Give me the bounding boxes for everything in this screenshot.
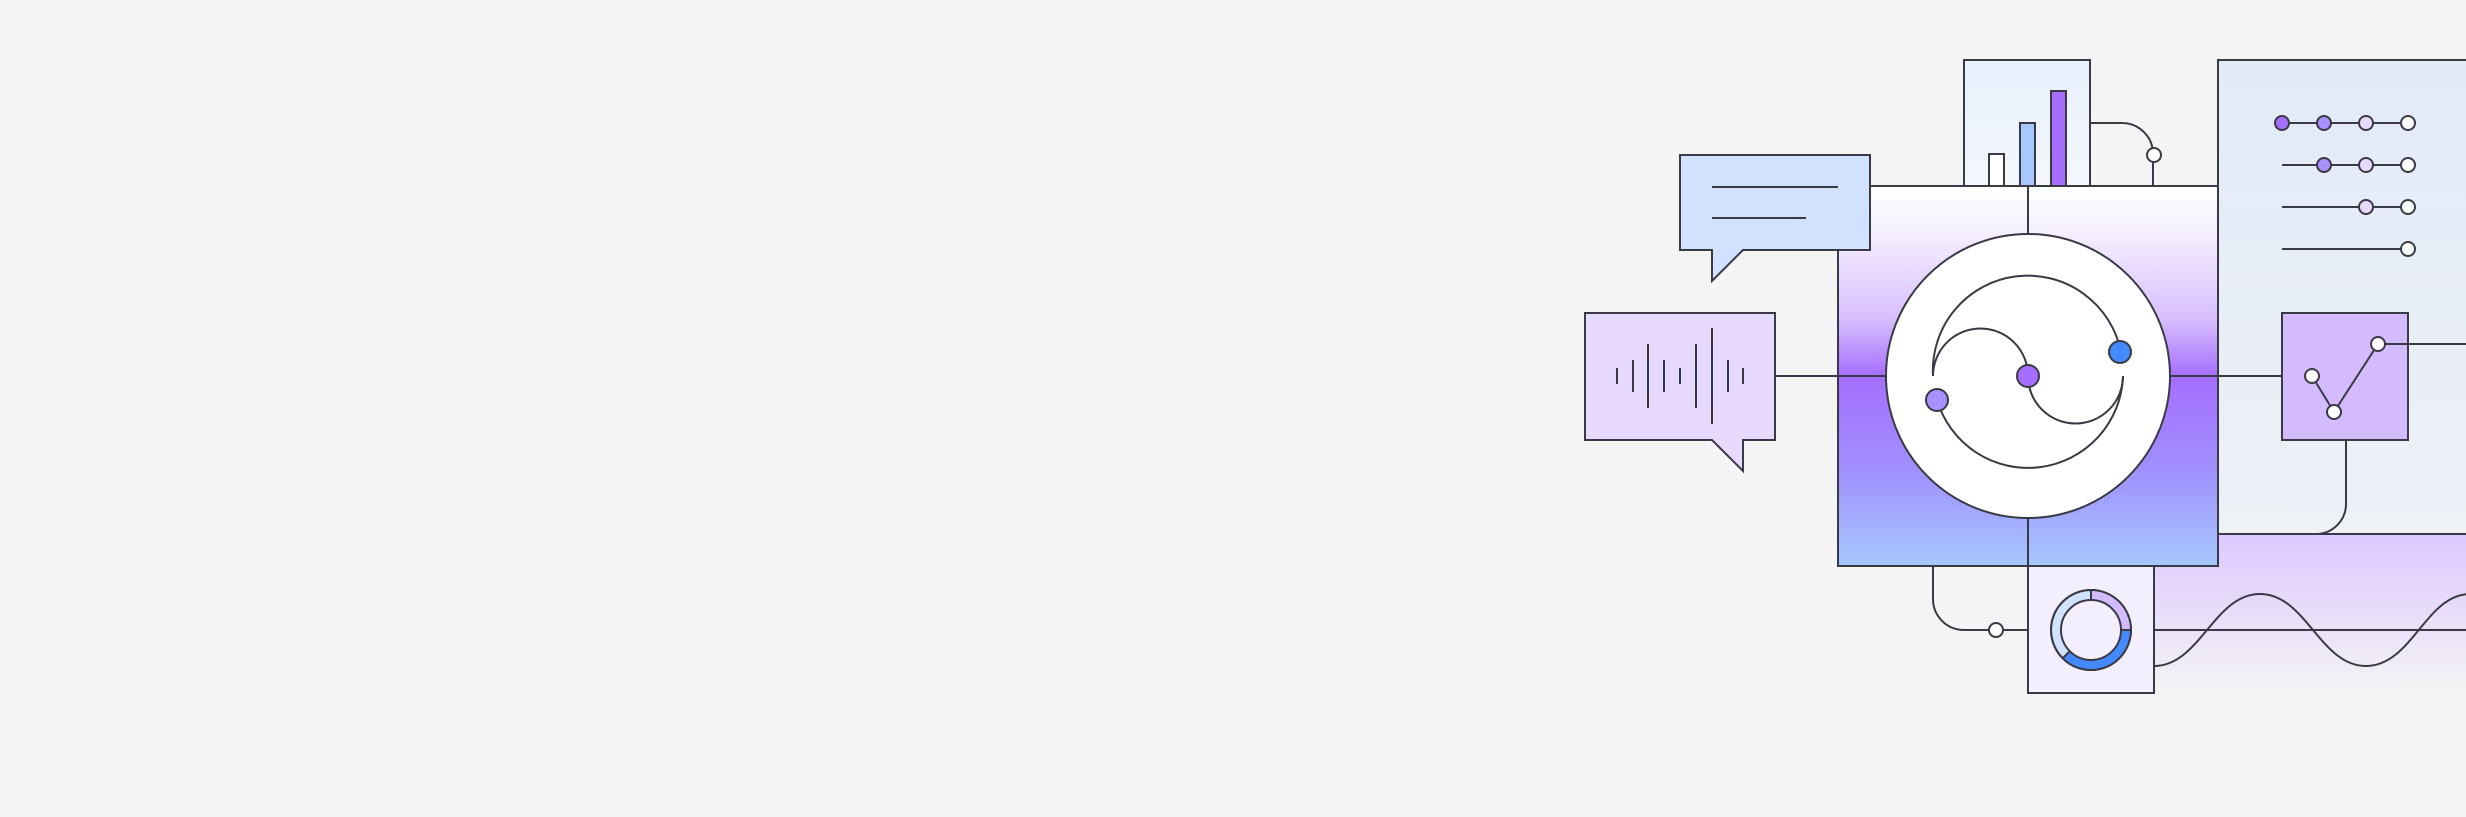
bar-large [2050,90,2067,187]
sync-node-right [2108,340,2132,364]
connector-node [1988,622,2004,638]
bar-small [1988,153,2005,187]
connector-node [2146,147,2162,163]
sync-node-center [2016,364,2040,388]
bar-chart-icon [1963,59,2091,187]
right-panel [2217,59,2466,535]
hero-banner [0,0,2466,812]
ai-illustration [1584,59,2466,694]
sync-cycle-icon [1885,233,2171,519]
donut-chart-icon [2027,565,2155,694]
bar-medium [2019,122,2036,187]
audio-waveform-icon [1584,312,1776,474]
sync-node-left [1925,388,1949,412]
